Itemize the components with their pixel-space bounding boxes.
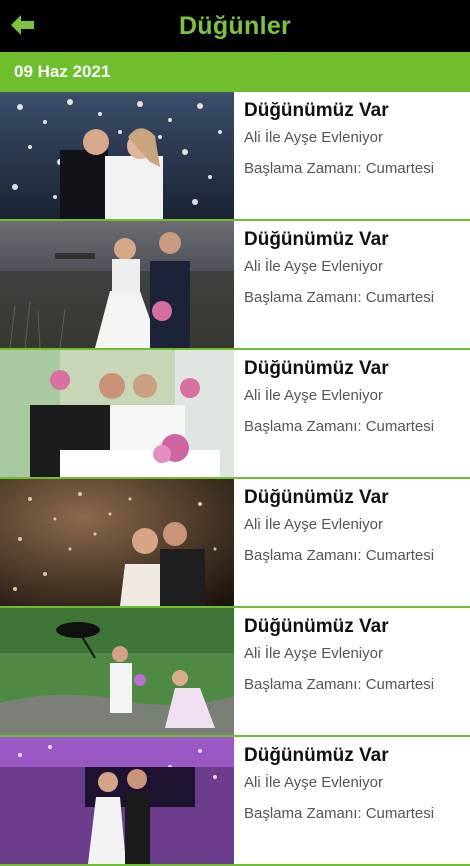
event-title: Düğünümüz Var (244, 616, 389, 637)
wedding-photo (0, 737, 234, 864)
list-item[interactable]: Düğünümüz Var Ali İle Ayşe Evleniyor Baş… (0, 479, 470, 608)
list-item[interactable]: Düğünümüz Var Ali İle Ayşe Evleniyor Baş… (0, 92, 470, 221)
event-start-time: Başlama Zamanı: Cumartesi (244, 160, 435, 177)
event-start-time: Başlama Zamanı: Cumartesi (244, 289, 435, 306)
event-start-time: Başlama Zamanı: Cumartesi (244, 547, 435, 564)
event-subtitle: Ali İle Ayşe Evleniyor (244, 129, 383, 146)
wedding-photo (0, 479, 234, 606)
event-title: Düğünümüz Var (244, 100, 389, 121)
event-subtitle: Ali İle Ayşe Evleniyor (244, 645, 383, 662)
page-title: Düğünler (178, 11, 292, 40)
list-item[interactable]: Düğünümüz Var Ali İle Ayşe Evleniyor Baş… (0, 221, 470, 350)
list-item[interactable]: Düğünümüz Var Ali İle Ayşe Evleniyor Baş… (0, 350, 470, 479)
event-subtitle: Ali İle Ayşe Evleniyor (244, 774, 383, 791)
event-start-time: Başlama Zamanı: Cumartesi (244, 805, 435, 822)
date-section-header: 09 Haz 2021 (0, 52, 470, 92)
arrow-left-icon[interactable] (10, 12, 36, 38)
wedding-photo (0, 221, 234, 348)
app-bar: Düğünler (0, 0, 470, 52)
list-item[interactable]: Düğünümüz Var Ali İle Ayşe Evleniyor Baş… (0, 608, 470, 737)
wedding-photo (0, 350, 234, 477)
event-title: Düğünümüz Var (244, 229, 389, 250)
event-subtitle: Ali İle Ayşe Evleniyor (244, 258, 383, 275)
wedding-photo (0, 608, 234, 735)
list-item[interactable]: Düğünümüz Var Ali İle Ayşe Evleniyor Baş… (0, 737, 470, 866)
event-title: Düğünümüz Var (244, 745, 389, 766)
event-title: Düğünümüz Var (244, 487, 389, 508)
event-title: Düğünümüz Var (244, 358, 389, 379)
event-subtitle: Ali İle Ayşe Evleniyor (244, 387, 383, 404)
wedding-list: Düğünümüz Var Ali İle Ayşe Evleniyor Baş… (0, 92, 470, 866)
event-start-time: Başlama Zamanı: Cumartesi (244, 418, 435, 435)
wedding-photo (0, 92, 234, 219)
event-start-time: Başlama Zamanı: Cumartesi (244, 676, 435, 693)
event-subtitle: Ali İle Ayşe Evleniyor (244, 516, 383, 533)
